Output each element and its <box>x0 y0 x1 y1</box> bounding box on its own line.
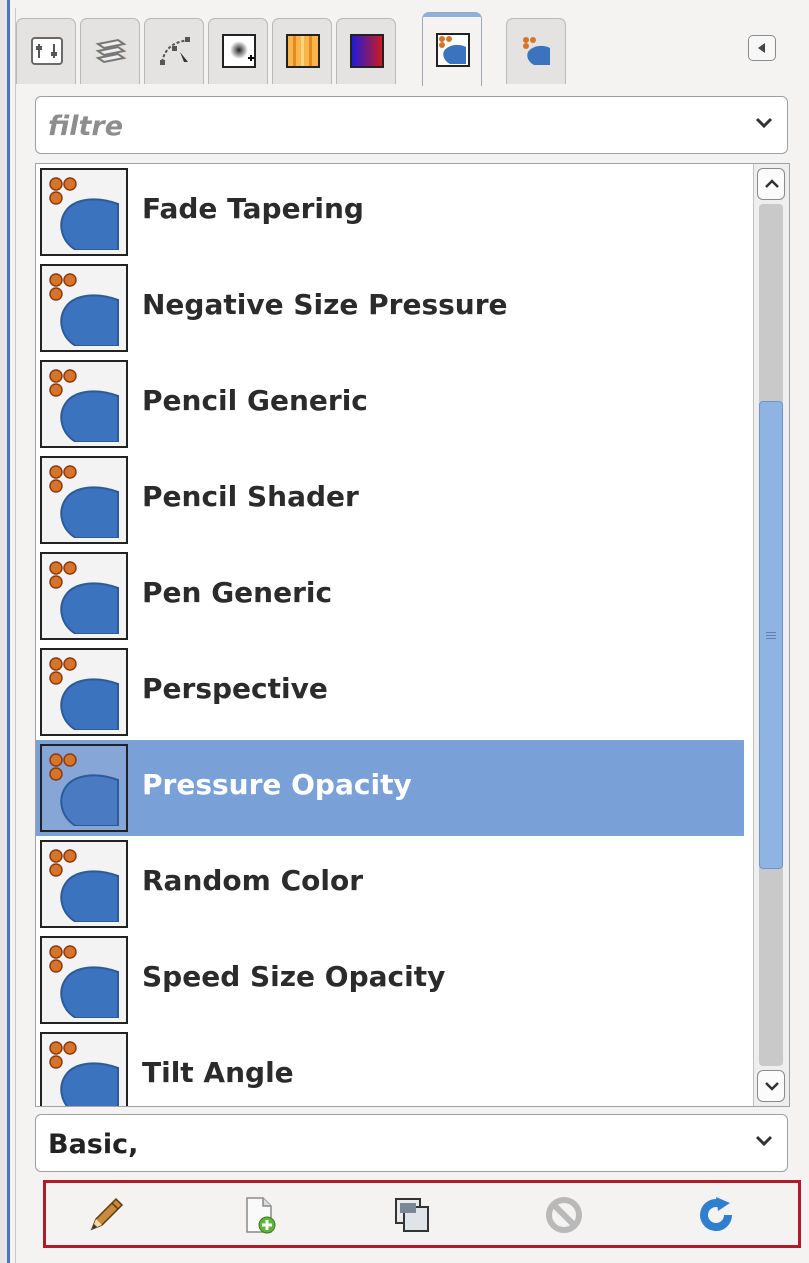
delete-disabled-icon <box>546 1197 582 1233</box>
list-item[interactable]: Pen Generic <box>36 548 744 644</box>
chevron-down-icon[interactable] <box>755 1135 773 1147</box>
delete-dynamics-button[interactable] <box>544 1195 584 1235</box>
chevron-up-icon <box>765 179 779 188</box>
new-document-icon <box>246 1197 276 1234</box>
refresh-dynamics-button[interactable] <box>696 1195 736 1235</box>
tab-tool-presets[interactable] <box>506 18 566 84</box>
scroll-down-button[interactable] <box>757 1070 785 1102</box>
dynamics-thumbnail <box>40 840 128 928</box>
dynamics-thumbnail <box>40 936 128 1024</box>
vertical-scrollbar[interactable] <box>753 164 789 1106</box>
paint-dynamics-icon <box>49 273 119 346</box>
edit-dynamics-button[interactable] <box>86 1195 126 1235</box>
list-item[interactable]: Random Color <box>36 836 744 932</box>
tab-gradients[interactable] <box>336 18 396 84</box>
refresh-icon <box>700 1197 732 1231</box>
list-item-label: Random Color <box>142 864 364 897</box>
duplicate-dynamics-button[interactable] <box>392 1195 432 1235</box>
list-item[interactable]: Tilt Angle <box>36 1028 744 1106</box>
patterns-icon <box>286 34 320 68</box>
list-item[interactable]: Fade Tapering <box>36 164 744 260</box>
grip-icon <box>766 630 776 640</box>
dock-tab-bar <box>16 12 576 86</box>
tab-tool-options[interactable] <box>16 18 76 84</box>
dynamics-thumbnail <box>40 744 128 832</box>
list-item[interactable]: Pencil Shader <box>36 452 744 548</box>
list-item-label: Fade Tapering <box>142 192 364 225</box>
dynamics-thumbnail <box>40 1032 128 1106</box>
edit-pencil-icon <box>90 1197 124 1231</box>
new-dynamics-button[interactable] <box>239 1195 279 1235</box>
triangle-left-icon <box>758 43 765 53</box>
paths-icon <box>160 37 190 65</box>
brushes-icon <box>222 34 256 68</box>
paint-dynamics-icon <box>49 465 119 538</box>
list-item-label: Negative Size Pressure <box>142 288 508 321</box>
list-item[interactable]: Speed Size Opacity <box>36 932 744 1028</box>
list-item-label: Pen Generic <box>142 576 333 609</box>
paint-dynamics-icon <box>49 561 119 634</box>
paint-dynamics-icon <box>49 177 119 250</box>
list-item[interactable]: Negative Size Pressure <box>36 260 744 356</box>
list-item-label: Speed Size Opacity <box>142 960 446 993</box>
tab-paths[interactable] <box>144 18 204 84</box>
tag-filter-value: Basic, <box>48 1129 139 1160</box>
dynamics-thumbnail <box>40 360 128 448</box>
layers-icon <box>95 38 127 64</box>
dynamics-thumbnail <box>40 456 128 544</box>
list-item-label: Perspective <box>142 672 328 705</box>
filter-input[interactable] <box>46 107 730 145</box>
list-item[interactable]: Perspective <box>36 644 744 740</box>
dock-menu-button[interactable] <box>748 35 776 61</box>
paint-dynamics-list: Fade Tapering Negative Size Pressure Pen… <box>35 163 790 1107</box>
duplicate-icon <box>395 1198 429 1232</box>
tab-patterns[interactable] <box>272 18 332 84</box>
dynamics-toolbar <box>43 1180 801 1248</box>
tab-paint-dynamics[interactable] <box>422 12 482 86</box>
tool-options-icon <box>31 37 63 65</box>
list-item-selected[interactable]: Pressure Opacity <box>36 740 744 836</box>
list-item-label: Tilt Angle <box>142 1056 294 1089</box>
dynamics-thumbnail <box>40 168 128 256</box>
dynamics-thumbnail <box>40 552 128 640</box>
tag-filter-combo[interactable]: Basic, <box>35 1114 788 1172</box>
paint-dynamics-icon <box>436 33 470 67</box>
gradients-icon <box>350 34 384 68</box>
paint-dynamics-icon <box>49 1041 119 1106</box>
tab-brushes[interactable] <box>208 18 268 84</box>
tool-presets-icon <box>523 37 550 65</box>
paint-dynamics-icon <box>49 657 119 730</box>
scroll-up-button[interactable] <box>757 168 785 200</box>
filter-field[interactable] <box>35 96 788 154</box>
dynamics-thumbnail <box>40 264 128 352</box>
list-item-label: Pressure Opacity <box>142 768 412 801</box>
chevron-down-icon <box>765 1082 779 1091</box>
paint-dynamics-icon <box>49 369 119 442</box>
chevron-down-icon[interactable] <box>755 117 773 129</box>
dock-edge <box>0 0 10 1263</box>
paint-dynamics-icon <box>49 753 119 826</box>
paint-dynamics-icon <box>49 945 119 1018</box>
list-item-label: Pencil Shader <box>142 480 359 513</box>
scroll-thumb[interactable] <box>759 401 783 869</box>
list-item[interactable]: Pencil Generic <box>36 356 744 452</box>
list-item-label: Pencil Generic <box>142 384 368 417</box>
dynamics-thumbnail <box>40 648 128 736</box>
tab-layers[interactable] <box>80 18 140 84</box>
paint-dynamics-icon <box>49 849 119 922</box>
